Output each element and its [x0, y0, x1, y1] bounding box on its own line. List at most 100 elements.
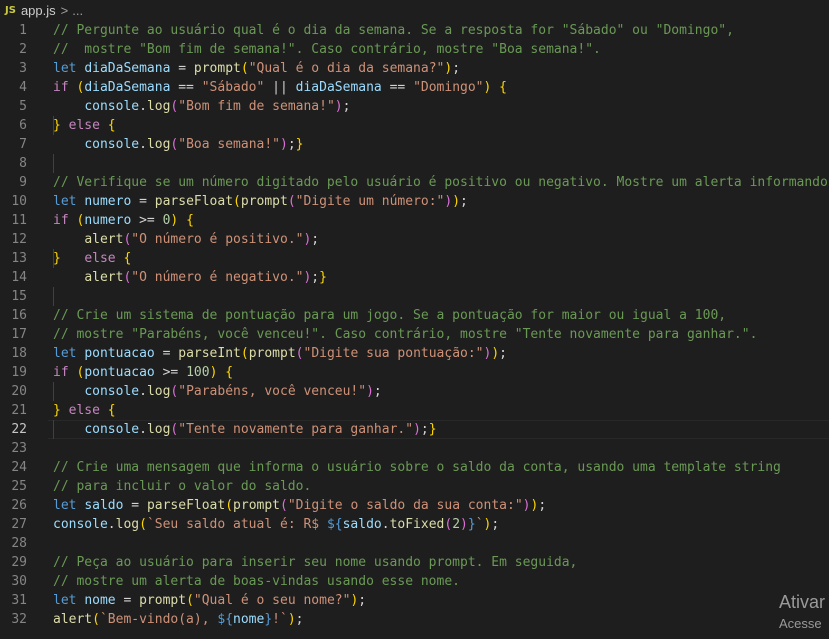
code-line[interactable]: 4 if (diaDaSemana == "Sábado" || diaDaSem… — [0, 78, 829, 97]
line-number: 23 — [11, 441, 27, 456]
code-line[interactable]: 17 // mostre "Parabéns, você venceu!". Ca… — [0, 325, 829, 344]
code-token: . — [139, 137, 147, 152]
code-token: if — [53, 365, 69, 380]
code-token: . — [107, 517, 116, 532]
code-line[interactable]: 22 console.log("Tente novamente para gan… — [0, 420, 829, 439]
line-number: 20 — [11, 384, 27, 399]
code-line[interactable]: 16 // Crie um sistema de pontuação para u… — [0, 306, 829, 325]
activation-watermark: Ativar Acesse — [779, 592, 825, 631]
code-token: 100 — [186, 365, 210, 380]
code-token: diaDaSemana — [295, 80, 382, 95]
code-token: . — [139, 422, 147, 437]
code-token: prompt — [139, 593, 187, 608]
line-number: 10 — [11, 194, 27, 209]
code-line[interactable]: 26 let saldo = parseFloat(prompt("Digite … — [0, 496, 829, 515]
code-line[interactable]: 15 — [0, 287, 829, 306]
code-line[interactable]: 29 // Peça ao usuário para inserir seu no… — [0, 553, 829, 572]
breadcrumb-more[interactable]: ... — [72, 3, 83, 18]
code-token: } — [295, 137, 304, 152]
code-line[interactable]: 31 let nome = prompt("Qual é o seu nome?"… — [0, 591, 829, 610]
code-token: let — [53, 498, 77, 513]
code-line[interactable]: 8 — [0, 154, 829, 173]
code-token: ( — [92, 612, 100, 627]
code-line[interactable]: 6 } else { — [0, 116, 829, 135]
code-token: ; — [420, 422, 429, 437]
breadcrumb-file[interactable]: app.js — [21, 3, 56, 18]
code-line[interactable]: 18 let pontuacao = parseInt(prompt("Digit… — [0, 344, 829, 363]
line-number: 15 — [11, 289, 27, 304]
code-token: ) — [413, 422, 421, 437]
code-line[interactable]: 7 console.log("Boa semana!");} — [0, 135, 829, 154]
code-token: parseFloat — [146, 498, 226, 513]
code-token: // Verifique se um número digitado pelo … — [53, 175, 829, 190]
line-number: 22 — [11, 422, 27, 437]
line-number: 13 — [11, 251, 27, 266]
line-number: 21 — [11, 403, 27, 418]
code-text: let saldo = parseFloat(prompt("Digite o … — [53, 496, 546, 515]
code-line[interactable]: 20 console.log("Parabéns, você venceu!")… — [0, 382, 829, 401]
code-token: let — [53, 346, 77, 361]
code-line[interactable]: 9 // Verifique se um número digitado pelo… — [0, 173, 829, 192]
code-token: ; — [373, 384, 382, 399]
code-token: parseInt — [178, 346, 241, 361]
code-line[interactable]: 24 // Crie uma mensagem que informa o usu… — [0, 458, 829, 477]
code-token: let — [53, 61, 77, 76]
code-line[interactable]: 1 // Pergunte ao usuário qual é o dia da … — [0, 21, 829, 40]
line-number: 18 — [11, 346, 27, 361]
code-line[interactable]: 23 — [0, 439, 829, 458]
code-line[interactable]: 21} else { — [0, 401, 829, 420]
code-line[interactable]: 3 let diaDaSemana = prompt("Qual é o dia … — [0, 59, 829, 78]
code-text: if (numero >= 0) { — [53, 211, 194, 230]
code-line[interactable]: 11 if (numero >= 0) { — [0, 211, 829, 230]
line-number: 19 — [11, 365, 27, 380]
line-number: 12 — [11, 232, 27, 247]
code-token: console — [84, 384, 140, 399]
breadcrumb: JS app.js > ... — [0, 0, 829, 20]
code-line[interactable]: 32 alert(`Bem-vindo(a), ${nome}!`); — [0, 610, 829, 629]
code-token: ) — [444, 61, 453, 76]
line-number: 32 — [11, 612, 27, 627]
code-text: alert("O número é negativo.");} — [53, 268, 327, 287]
code-line[interactable]: 10 let numero = parseFloat(prompt("Digite… — [0, 192, 829, 211]
code-line[interactable]: 12 alert("O número é positivo."); — [0, 230, 829, 249]
code-text: // Pergunte ao usuário qual é o dia da s… — [53, 21, 734, 40]
line-number: 6 — [19, 118, 27, 133]
code-line[interactable]: 13} else { — [0, 249, 829, 268]
code-token: { — [499, 80, 507, 95]
code-token: !` — [272, 612, 288, 627]
code-token: console — [53, 517, 108, 532]
code-token: . — [381, 517, 390, 532]
code-line[interactable]: 30 // mostre um alerta de boas-vindas usa… — [0, 572, 829, 591]
chevron-right-icon: > — [60, 2, 69, 18]
code-token: "O número é positivo." — [131, 232, 304, 247]
code-token: // mostre "Bom fim de semana!". Caso con… — [53, 42, 601, 57]
code-token: ( — [233, 194, 241, 209]
code-line[interactable]: 27 console.log(`Seu saldo atual é: R$ ${s… — [0, 515, 829, 534]
code-token: ; — [499, 346, 507, 361]
code-token: ; — [295, 612, 304, 627]
code-token: ) — [366, 384, 374, 399]
code-line[interactable]: 14 alert("O número é negativo.");} — [0, 268, 829, 287]
code-line[interactable]: 5 console.log("Bom fim de semana!"); — [0, 97, 829, 116]
code-token: ; — [491, 517, 500, 532]
code-text: if (diaDaSemana == "Sábado" || diaDaSema… — [53, 78, 507, 97]
line-number: 31 — [11, 593, 27, 608]
code-text: } else { — [53, 116, 116, 135]
code-line[interactable]: 2 // mostre "Bom fim de semana!". Caso co… — [0, 40, 829, 59]
code-token: . — [139, 384, 147, 399]
code-token: ; — [358, 593, 367, 608]
line-number: 28 — [11, 536, 27, 551]
code-line[interactable]: 28 — [0, 534, 829, 553]
code-token: "Qual é o dia da semana?" — [248, 61, 445, 76]
code-editor[interactable]: 1 // Pergunte ao usuário qual é o dia da … — [0, 21, 829, 639]
code-line[interactable]: 19 if (pontuacao >= 100) { — [0, 363, 829, 382]
code-line[interactable]: 25 // para incluir o valor do saldo. — [0, 477, 829, 496]
code-token: = — [170, 61, 194, 76]
